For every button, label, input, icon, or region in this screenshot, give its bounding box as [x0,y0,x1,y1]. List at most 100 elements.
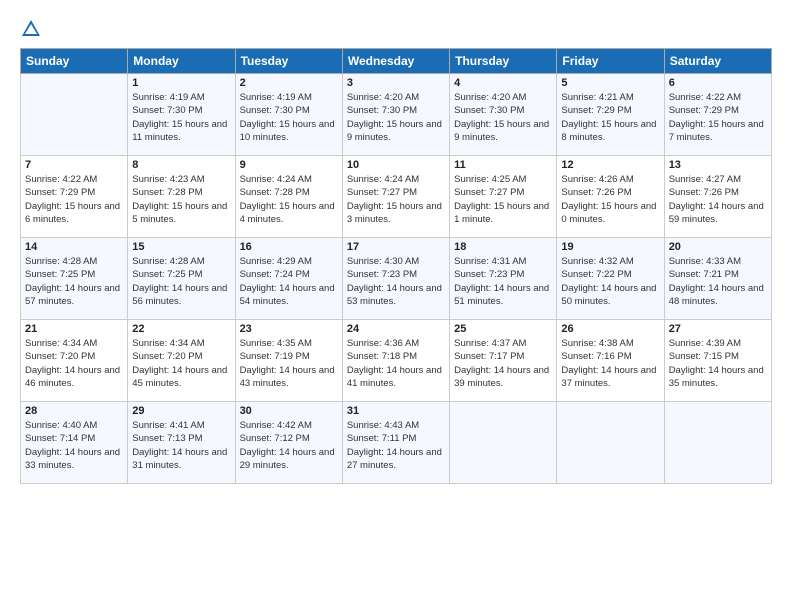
day-number: 12 [561,159,659,171]
day-info: Sunrise: 4:31 AMSunset: 7:23 PMDaylight:… [454,255,552,308]
day-info: Sunrise: 4:25 AMSunset: 7:27 PMDaylight:… [454,173,552,226]
day-number: 30 [240,405,338,417]
day-number: 25 [454,323,552,335]
day-number: 7 [25,159,123,171]
day-number: 5 [561,77,659,89]
day-cell: 22Sunrise: 4:34 AMSunset: 7:20 PMDayligh… [128,320,235,402]
week-row-2: 14 Sunrise: 4:28 AMSunset: 7:25 PMDayligh… [21,238,772,320]
day-cell: 15Sunrise: 4:28 AMSunset: 7:25 PMDayligh… [128,238,235,320]
day-number: 1 [132,77,230,89]
day-number: 23 [240,323,338,335]
day-number: 28 [25,405,123,417]
day-info: Sunrise: 4:43 AMSunset: 7:11 PMDaylight:… [347,419,445,472]
week-row-1: 7 Sunrise: 4:22 AMSunset: 7:29 PMDaylight… [21,156,772,238]
day-info: Sunrise: 4:30 AMSunset: 7:23 PMDaylight:… [347,255,445,308]
weekday-header-monday: Monday [128,49,235,74]
day-number: 19 [561,241,659,253]
day-cell: 6 Sunrise: 4:22 AMSunset: 7:29 PMDaylight… [664,74,771,156]
day-cell: 13Sunrise: 4:27 AMSunset: 7:26 PMDayligh… [664,156,771,238]
day-number: 24 [347,323,445,335]
day-info: Sunrise: 4:29 AMSunset: 7:24 PMDaylight:… [240,255,338,308]
day-cell: 28 Sunrise: 4:40 AMSunset: 7:14 PMDayligh… [21,402,128,484]
day-cell: 8 Sunrise: 4:23 AMSunset: 7:28 PMDaylight… [128,156,235,238]
day-info: Sunrise: 4:40 AMSunset: 7:14 PMDaylight:… [25,419,123,472]
page: SundayMondayTuesdayWednesdayThursdayFrid… [0,0,792,612]
day-cell: 25 Sunrise: 4:37 AMSunset: 7:17 PMDayligh… [450,320,557,402]
day-info: Sunrise: 4:41 AMSunset: 7:13 PMDaylight:… [132,419,230,472]
day-info: Sunrise: 4:19 AMSunset: 7:30 PMDaylight:… [132,91,230,144]
day-number: 4 [454,77,552,89]
day-cell [557,402,664,484]
day-cell: 12 Sunrise: 4:26 AMSunset: 7:26 PMDayligh… [557,156,664,238]
day-info: Sunrise: 4:28 AMSunset: 7:25 PMDaylight:… [132,255,230,308]
weekday-header-saturday: Saturday [664,49,771,74]
day-number: 16 [240,241,338,253]
day-cell: 26 Sunrise: 4:38 AMSunset: 7:16 PMDayligh… [557,320,664,402]
day-cell: 23 Sunrise: 4:35 AMSunset: 7:19 PMDayligh… [235,320,342,402]
day-cell: 5 Sunrise: 4:21 AMSunset: 7:29 PMDaylight… [557,74,664,156]
day-number: 20 [669,241,767,253]
day-info: Sunrise: 4:20 AMSunset: 7:30 PMDaylight:… [454,91,552,144]
day-number: 21 [25,323,123,335]
day-info: Sunrise: 4:22 AMSunset: 7:29 PMDaylight:… [25,173,123,226]
day-info: Sunrise: 4:33 AMSunset: 7:21 PMDaylight:… [669,255,767,308]
day-cell: 29 Sunrise: 4:41 AMSunset: 7:13 PMDayligh… [128,402,235,484]
day-cell: 10Sunrise: 4:24 AMSunset: 7:27 PMDayligh… [342,156,449,238]
week-row-4: 28 Sunrise: 4:40 AMSunset: 7:14 PMDayligh… [21,402,772,484]
day-info: Sunrise: 4:27 AMSunset: 7:26 PMDaylight:… [669,173,767,226]
week-row-3: 21 Sunrise: 4:34 AMSunset: 7:20 PMDayligh… [21,320,772,402]
day-cell: 4 Sunrise: 4:20 AMSunset: 7:30 PMDaylight… [450,74,557,156]
day-number: 2 [240,77,338,89]
day-info: Sunrise: 4:24 AMSunset: 7:28 PMDaylight:… [240,173,338,226]
day-info: Sunrise: 4:28 AMSunset: 7:25 PMDaylight:… [25,255,123,308]
day-cell: 17 Sunrise: 4:30 AMSunset: 7:23 PMDayligh… [342,238,449,320]
day-info: Sunrise: 4:22 AMSunset: 7:29 PMDaylight:… [669,91,767,144]
day-cell: 27 Sunrise: 4:39 AMSunset: 7:15 PMDayligh… [664,320,771,402]
day-cell: 31 Sunrise: 4:43 AMSunset: 7:11 PMDayligh… [342,402,449,484]
day-cell: 20 Sunrise: 4:33 AMSunset: 7:21 PMDayligh… [664,238,771,320]
day-info: Sunrise: 4:42 AMSunset: 7:12 PMDaylight:… [240,419,338,472]
weekday-header-tuesday: Tuesday [235,49,342,74]
day-info: Sunrise: 4:21 AMSunset: 7:29 PMDaylight:… [561,91,659,144]
day-info: Sunrise: 4:38 AMSunset: 7:16 PMDaylight:… [561,337,659,390]
day-number: 29 [132,405,230,417]
day-cell: 19Sunrise: 4:32 AMSunset: 7:22 PMDayligh… [557,238,664,320]
day-cell: 2 Sunrise: 4:19 AMSunset: 7:30 PMDaylight… [235,74,342,156]
day-number: 9 [240,159,338,171]
day-cell: 9 Sunrise: 4:24 AMSunset: 7:28 PMDaylight… [235,156,342,238]
day-cell: 14 Sunrise: 4:28 AMSunset: 7:25 PMDayligh… [21,238,128,320]
day-number: 31 [347,405,445,417]
weekday-header-sunday: Sunday [21,49,128,74]
day-cell: 3Sunrise: 4:20 AMSunset: 7:30 PMDaylight… [342,74,449,156]
logo [20,16,46,40]
day-number: 17 [347,241,445,253]
weekday-header-wednesday: Wednesday [342,49,449,74]
day-number: 6 [669,77,767,89]
day-cell [21,74,128,156]
weekday-header-row: SundayMondayTuesdayWednesdayThursdayFrid… [21,49,772,74]
day-cell [450,402,557,484]
day-number: 14 [25,241,123,253]
header [20,16,772,40]
day-cell: 1 Sunrise: 4:19 AMSunset: 7:30 PMDaylight… [128,74,235,156]
day-number: 3 [347,77,445,89]
day-cell: 24 Sunrise: 4:36 AMSunset: 7:18 PMDayligh… [342,320,449,402]
day-info: Sunrise: 4:23 AMSunset: 7:28 PMDaylight:… [132,173,230,226]
day-info: Sunrise: 4:24 AMSunset: 7:27 PMDaylight:… [347,173,445,226]
day-info: Sunrise: 4:35 AMSunset: 7:19 PMDaylight:… [240,337,338,390]
day-info: Sunrise: 4:39 AMSunset: 7:15 PMDaylight:… [669,337,767,390]
day-info: Sunrise: 4:34 AMSunset: 7:20 PMDaylight:… [25,337,123,390]
day-number: 8 [132,159,230,171]
day-number: 27 [669,323,767,335]
weekday-header-friday: Friday [557,49,664,74]
day-info: Sunrise: 4:26 AMSunset: 7:26 PMDaylight:… [561,173,659,226]
day-info: Sunrise: 4:19 AMSunset: 7:30 PMDaylight:… [240,91,338,144]
day-cell: 30 Sunrise: 4:42 AMSunset: 7:12 PMDayligh… [235,402,342,484]
day-cell: 16 Sunrise: 4:29 AMSunset: 7:24 PMDayligh… [235,238,342,320]
calendar-table: SundayMondayTuesdayWednesdayThursdayFrid… [20,48,772,484]
day-number: 26 [561,323,659,335]
day-info: Sunrise: 4:36 AMSunset: 7:18 PMDaylight:… [347,337,445,390]
logo-icon [20,18,42,40]
day-info: Sunrise: 4:37 AMSunset: 7:17 PMDaylight:… [454,337,552,390]
week-row-0: 1 Sunrise: 4:19 AMSunset: 7:30 PMDaylight… [21,74,772,156]
